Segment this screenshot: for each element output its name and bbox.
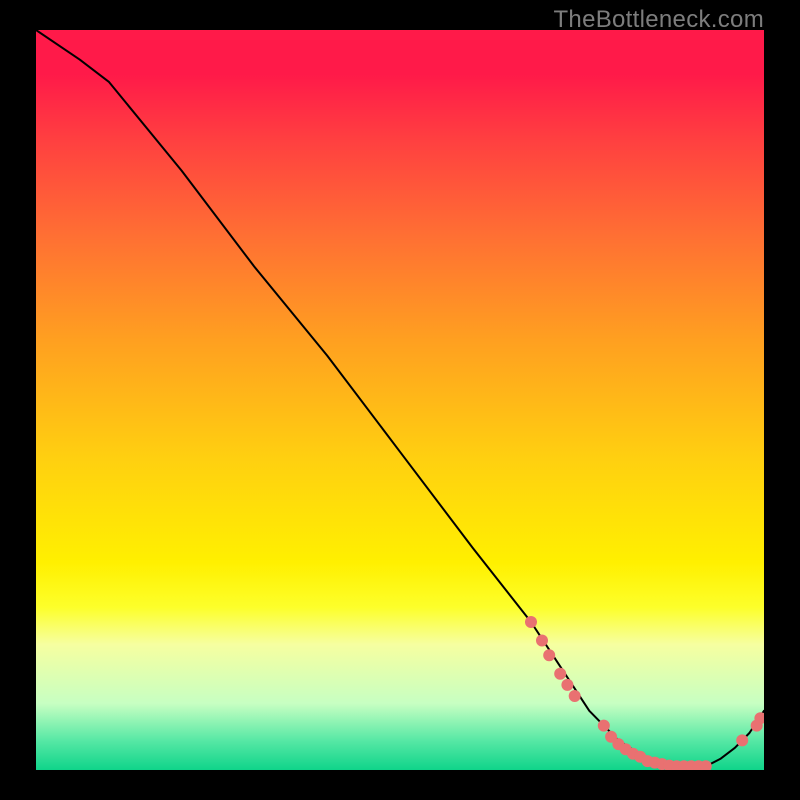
data-point: [536, 635, 548, 647]
data-point: [525, 616, 537, 628]
data-point: [561, 679, 573, 691]
data-point: [543, 649, 555, 661]
data-points: [525, 616, 764, 770]
curve-line: [36, 30, 764, 766]
bottleneck-chart: [36, 30, 764, 770]
data-point: [554, 668, 566, 680]
data-point: [598, 720, 610, 732]
plot-area: [36, 30, 764, 770]
data-point: [736, 734, 748, 746]
data-point: [569, 690, 581, 702]
chart-frame: TheBottleneck.com: [0, 0, 800, 800]
